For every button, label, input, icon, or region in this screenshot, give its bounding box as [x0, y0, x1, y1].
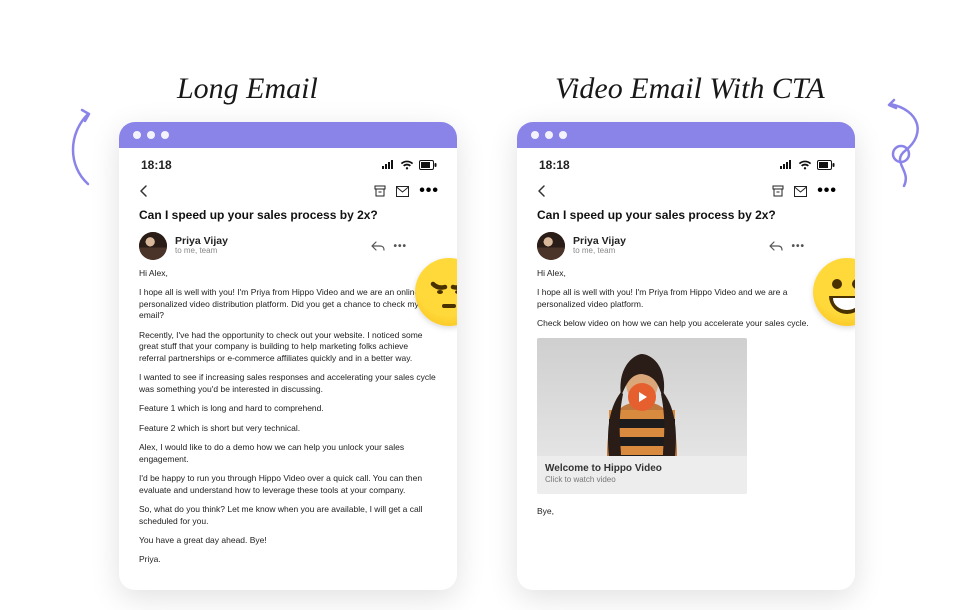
back-icon[interactable] — [137, 184, 151, 198]
email-body: Hi Alex, I hope all is well with you! I'… — [119, 268, 457, 590]
mail-icon[interactable] — [396, 186, 409, 197]
reply-icon[interactable] — [769, 241, 783, 251]
window-dot — [147, 131, 155, 139]
phone-status-bar: 18:18 — [119, 148, 457, 178]
more-icon[interactable]: ••• — [791, 241, 805, 252]
mail-icon[interactable] — [794, 186, 807, 197]
window-dot — [531, 131, 539, 139]
archive-icon[interactable] — [772, 185, 784, 197]
body-paragraph: Alex, I would like to do a demo how we c… — [139, 442, 437, 465]
body-paragraph: So, what do you think? Let me know when … — [139, 504, 437, 527]
more-icon[interactable]: ••• — [817, 182, 837, 200]
email-preview-long: 18:18 — [119, 122, 457, 590]
body-paragraph: Recently, I've had the opportunity to ch… — [139, 330, 437, 364]
body-paragraph: I'd be happy to run you through Hippo Vi… — [139, 473, 437, 496]
body-paragraph: You have a great day ahead. Bye! — [139, 535, 437, 546]
body-paragraph: I hope all is well with you! I'm Priya f… — [139, 287, 437, 321]
sad-face-emoji — [415, 258, 457, 326]
video-thumbnail[interactable] — [537, 338, 747, 456]
email-subject: Can I speed up your sales process by 2x? — [119, 202, 457, 226]
video-cta-card[interactable]: Welcome to Hippo Video Click to watch vi… — [537, 338, 747, 494]
body-paragraph: Check below video on how we can help you… — [537, 318, 835, 329]
email-body: Hi Alex, I hope all is well with you! I'… — [517, 268, 855, 542]
happy-face-emoji — [813, 258, 855, 326]
window-dot — [545, 131, 553, 139]
more-icon[interactable]: ••• — [419, 182, 439, 200]
battery-icon — [817, 160, 835, 170]
battery-icon — [419, 160, 437, 170]
clock-time: 18:18 — [141, 158, 172, 172]
sender-recipients: to me, team — [573, 247, 626, 256]
video-title: Welcome to Hippo Video — [545, 462, 739, 476]
email-subject: Can I speed up your sales process by 2x? — [517, 202, 855, 226]
body-paragraph: Hi Alex, — [537, 268, 835, 279]
body-paragraph: Hi Alex, — [139, 268, 437, 279]
avatar — [537, 232, 565, 260]
archive-icon[interactable] — [374, 185, 386, 197]
heading-long-email: Long Email — [177, 72, 318, 106]
avatar — [139, 232, 167, 260]
video-subtitle: Click to watch video — [545, 475, 739, 486]
email-preview-video: 18:18 — [517, 122, 855, 590]
sender-recipients: to me, team — [175, 247, 228, 256]
reply-icon[interactable] — [371, 241, 385, 251]
window-dot — [161, 131, 169, 139]
body-paragraph: Bye, — [537, 506, 835, 517]
back-icon[interactable] — [535, 184, 549, 198]
heading-video-email: Video Email With CTA — [555, 72, 825, 106]
signal-icon — [779, 160, 793, 170]
browser-chrome — [119, 122, 457, 148]
body-paragraph: I wanted to see if increasing sales resp… — [139, 372, 437, 395]
body-paragraph: I hope all is well with you! I'm Priya f… — [537, 287, 835, 310]
wifi-icon — [400, 160, 414, 170]
signal-icon — [381, 160, 395, 170]
more-icon[interactable]: ••• — [393, 241, 407, 252]
play-icon[interactable] — [628, 383, 656, 411]
window-dot — [133, 131, 141, 139]
phone-status-bar: 18:18 — [517, 148, 855, 178]
clock-time: 18:18 — [539, 158, 570, 172]
body-paragraph: Feature 1 which is long and hard to comp… — [139, 403, 437, 414]
body-paragraph: Priya. — [139, 554, 437, 565]
wifi-icon — [798, 160, 812, 170]
browser-chrome — [517, 122, 855, 148]
body-paragraph: Feature 2 which is short but very techni… — [139, 423, 437, 434]
window-dot — [559, 131, 567, 139]
